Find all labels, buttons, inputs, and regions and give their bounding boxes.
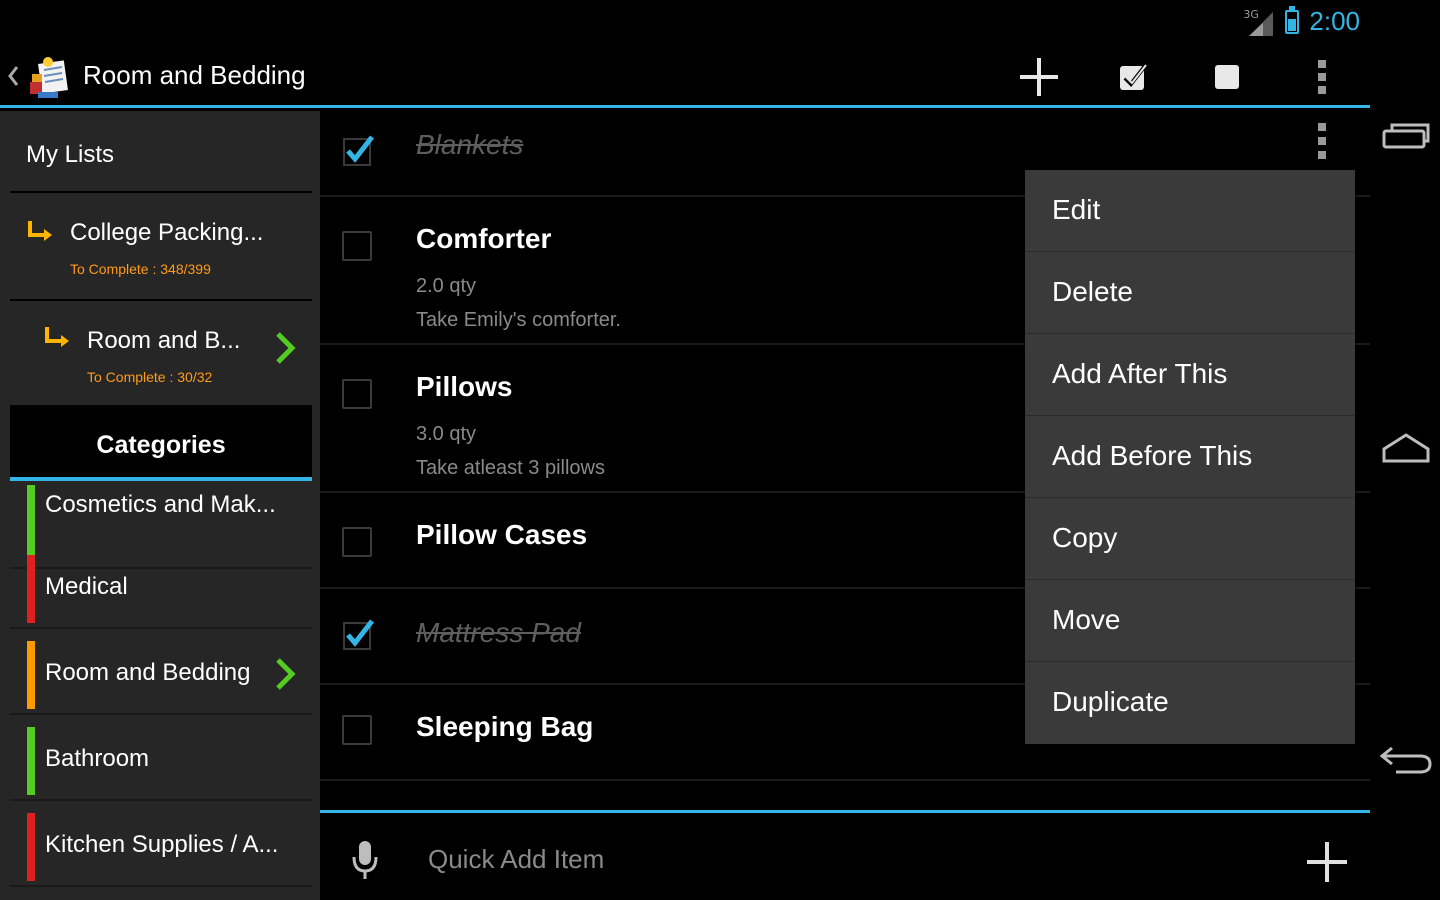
context-menu: Edit Delete Add After This Add Before Th… xyxy=(1025,170,1355,744)
category-color-bar xyxy=(27,555,35,623)
menu-item-label: Add Before This xyxy=(1052,440,1253,471)
item-quantity: 2.0 qty xyxy=(416,275,477,297)
menu-item-label: Duplicate xyxy=(1052,686,1169,717)
sidebar-list-room-and-bedding[interactable]: Room and B... To Complete : 30/32 xyxy=(10,303,312,407)
category-item-medical[interactable]: Medical xyxy=(10,545,312,629)
item-note: Take Emily's comforter. xyxy=(416,309,621,331)
menu-item-label: Delete xyxy=(1052,276,1133,307)
menu-item-label: Edit xyxy=(1052,194,1101,225)
check-all-button[interactable] xyxy=(1110,54,1156,100)
item-name: Pillow Cases xyxy=(416,519,588,550)
menu-item-add-before[interactable]: Add Before This xyxy=(1025,416,1355,498)
item-name: Pillows xyxy=(416,371,513,402)
menu-item-label: Move xyxy=(1052,604,1121,635)
menu-item-label: Copy xyxy=(1052,522,1118,553)
sidebar-list-college-packing[interactable]: College Packing... To Complete : 348/399 xyxy=(10,195,312,301)
microphone-icon[interactable] xyxy=(350,839,380,881)
overflow-menu-icon xyxy=(1318,60,1326,94)
menu-item-move[interactable]: Move xyxy=(1025,580,1355,662)
menu-item-delete[interactable]: Delete xyxy=(1025,252,1355,334)
category-label: Cosmetics and Mak... xyxy=(45,491,276,518)
sublist-arrow-icon xyxy=(28,221,52,241)
status-icons: 3G 2:00 xyxy=(1243,5,1360,37)
item-quantity: 3.0 qty xyxy=(416,423,477,445)
menu-item-duplicate[interactable]: Duplicate xyxy=(1025,662,1355,744)
back-chevron-icon[interactable] xyxy=(6,64,20,88)
list-progress: To Complete : 30/32 xyxy=(87,369,213,385)
item-name: Sleeping Bag xyxy=(416,711,594,742)
item-note: Take atleast 3 pillows xyxy=(416,457,605,479)
action-bar: Room and Bedding xyxy=(0,46,1370,108)
recent-apps-icon xyxy=(1382,123,1430,149)
item-name: Comforter xyxy=(416,223,552,254)
add-icon xyxy=(1020,58,1058,96)
recent-apps-button[interactable] xyxy=(1378,114,1434,158)
category-color-bar xyxy=(27,813,35,881)
battery-icon xyxy=(1285,5,1300,34)
checkbox-checked[interactable] xyxy=(342,133,378,167)
category-color-bar xyxy=(27,727,35,795)
system-nav-bar xyxy=(1370,0,1440,900)
category-item-bathroom[interactable]: Bathroom xyxy=(10,717,312,801)
my-lists-header: My Lists xyxy=(10,111,312,193)
category-label: Bathroom xyxy=(45,745,150,772)
chevron-right-icon xyxy=(276,658,296,690)
menu-item-copy[interactable]: Copy xyxy=(1025,498,1355,580)
page-title: Room and Bedding xyxy=(83,60,306,90)
quick-add-input[interactable] xyxy=(428,839,1228,879)
sublist-arrow-icon xyxy=(45,327,69,347)
list-name: Room and B... xyxy=(87,327,241,354)
checkbox-checked[interactable] xyxy=(342,617,378,651)
checkbox-unchecked[interactable] xyxy=(342,715,372,745)
category-item-kitchen-supplies[interactable]: Kitchen Supplies / A... xyxy=(10,803,312,887)
clock: 2:00 xyxy=(1309,6,1360,36)
quick-add-plus-icon[interactable] xyxy=(1304,839,1350,885)
signal-icon: 3G xyxy=(1243,7,1275,36)
back-arrow-icon xyxy=(1379,746,1432,774)
list-progress: To Complete : 348/399 xyxy=(70,261,211,277)
add-button[interactable] xyxy=(1016,54,1062,100)
category-item-room-and-bedding[interactable]: Room and Bedding xyxy=(10,631,312,715)
category-label: Medical xyxy=(45,573,128,600)
quick-add-bar xyxy=(320,810,1370,900)
uncheck-all-icon xyxy=(1215,65,1239,89)
overflow-menu-button[interactable] xyxy=(1299,54,1345,100)
checkbox-unchecked[interactable] xyxy=(342,527,372,557)
network-type: 3G xyxy=(1243,7,1259,21)
category-label: Room and Bedding xyxy=(45,659,251,686)
checkbox-unchecked[interactable] xyxy=(342,231,372,261)
chevron-right-icon xyxy=(276,332,296,364)
item-name: Mattress Pad xyxy=(416,617,581,648)
my-lists-label: My Lists xyxy=(26,141,115,168)
categories-header: Categories xyxy=(10,407,312,481)
back-button[interactable] xyxy=(1378,738,1434,782)
app-logo-icon[interactable] xyxy=(26,52,72,102)
menu-item-edit[interactable]: Edit xyxy=(1025,170,1355,252)
status-bar: 3G 2:00 xyxy=(0,0,1370,46)
home-icon xyxy=(1382,433,1430,463)
category-label: Kitchen Supplies / A... xyxy=(45,831,279,858)
item-name: Blankets xyxy=(416,129,524,160)
categories-label: Categories xyxy=(96,431,226,459)
item-overflow-icon[interactable] xyxy=(1315,121,1329,161)
check-all-icon xyxy=(1120,64,1147,90)
sidebar: My Lists College Packing... To Complete … xyxy=(0,111,320,900)
menu-item-add-after[interactable]: Add After This xyxy=(1025,334,1355,416)
category-color-bar xyxy=(27,641,35,709)
checkbox-unchecked[interactable] xyxy=(342,379,372,409)
uncheck-all-button[interactable] xyxy=(1204,54,1250,100)
menu-item-label: Add After This xyxy=(1052,358,1228,389)
list-name: College Packing... xyxy=(70,219,264,246)
home-button[interactable] xyxy=(1378,426,1434,470)
